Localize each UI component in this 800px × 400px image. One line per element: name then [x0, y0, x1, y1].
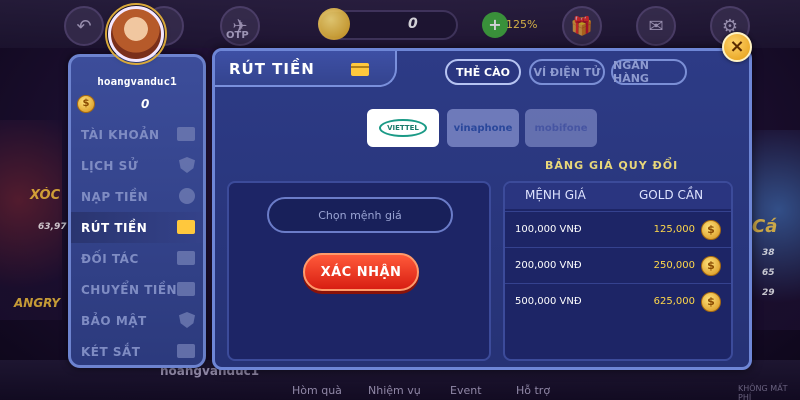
viettel-logo: VIETTEL	[379, 119, 427, 137]
game-count-3: 65	[762, 268, 775, 278]
rate-table: MỆNH GIÁ GOLD CẦN 100,000 VNĐ 125,000 $ …	[503, 181, 733, 361]
rates-title: BẢNG GIÁ QUY ĐỔI	[545, 159, 679, 172]
avatar[interactable]	[105, 3, 167, 65]
profile-menu: TÀI KHOẢN LỊCH SỬ NẠP TIỀN RÚT TIỀN ĐỐI …	[71, 119, 203, 367]
back-icon: ↶	[64, 6, 104, 46]
table-row: 100,000 VNĐ 125,000 $	[505, 211, 731, 247]
confirm-button[interactable]: XÁC NHẬN	[303, 253, 419, 291]
gold-coin-icon: $	[701, 256, 721, 276]
rate-gold: 250,000	[653, 260, 695, 271]
bonus-percent: 125%	[506, 18, 538, 31]
rate-value: 200,000 VNĐ	[515, 260, 582, 271]
mail-icon: ✉	[636, 6, 676, 46]
carrier-vinaphone[interactable]: vinaphone	[447, 109, 519, 147]
menu-item-deposit[interactable]: NẠP TIỀN	[71, 181, 203, 212]
dialog-title-tab: RÚT TIỀN	[215, 51, 397, 87]
history-icon	[179, 157, 195, 173]
menu-item-label: TÀI KHOẢN	[81, 127, 160, 142]
menu-item-transfer[interactable]: CHUYỂN TIỀN	[71, 274, 203, 305]
game-count: 63,97	[38, 222, 67, 232]
menu-item-label: NẠP TIỀN	[81, 189, 149, 204]
profile-balance: 0	[141, 97, 150, 111]
game-count-4: 29	[762, 288, 775, 298]
close-button[interactable]: ×	[722, 32, 752, 62]
profile-username: hoangvanduc1	[97, 75, 177, 88]
lobby-left-games	[0, 120, 62, 320]
carrier-mobifone[interactable]: mobifone	[525, 109, 597, 147]
shield-icon	[179, 312, 195, 328]
gold-coin-icon: $	[701, 220, 721, 240]
nav-missions: Nhiệm vụ	[368, 384, 421, 397]
table-row: 500,000 VNĐ 625,000 $	[505, 283, 731, 319]
rate-gold: 125,000	[653, 224, 695, 235]
tab-bank[interactable]: NGÂN HÀNG	[611, 59, 687, 85]
gift-icon: 🎁	[562, 6, 602, 46]
withdraw-form: Chọn mệnh giá XÁC NHẬN	[227, 181, 491, 361]
menu-item-label: RÚT TIỀN	[81, 220, 148, 235]
add-coin-icon: +	[482, 12, 508, 38]
rate-value: 500,000 VNĐ	[515, 296, 582, 307]
amount-select[interactable]: Chọn mệnh giá	[267, 197, 453, 233]
profile-panel: hoangvanduc1 $ 0 TÀI KHOẢN LỊCH SỬ NẠP T…	[68, 54, 206, 368]
game-label-ca: Cá	[752, 216, 778, 237]
rate-table-header: MỆNH GIÁ GOLD CẦN	[505, 183, 731, 209]
withdraw-card-icon	[177, 220, 195, 234]
withdraw-dialog: RÚT TIỀN THẺ CÀO VÍ ĐIỆN TỬ NGÂN HÀNG VI…	[212, 48, 752, 370]
menu-item-label: KÉT SẮT	[81, 344, 141, 359]
card-icon	[351, 63, 369, 76]
account-icon	[177, 127, 195, 141]
menu-item-account[interactable]: TÀI KHOẢN	[71, 119, 203, 150]
table-row: 200,000 VNĐ 250,000 $	[505, 247, 731, 283]
menu-item-label: ĐỐI TÁC	[81, 251, 139, 266]
gold-coin-icon: $	[701, 292, 721, 312]
carrier-viettel[interactable]: VIETTEL	[367, 109, 439, 147]
lobby-sub-text: KHÔNG MẤT PHÍ	[738, 384, 788, 400]
lobby-coin-value: 0	[408, 16, 418, 32]
otp-label: OTP	[226, 30, 249, 41]
game-count-2: 38	[762, 248, 775, 258]
nav-support: Hỗ trợ	[516, 384, 551, 397]
nav-gift-box: Hòm quà	[292, 384, 342, 397]
rate-header-value: MỆNH GIÁ	[525, 188, 586, 202]
game-label-angry: ANGRY	[14, 296, 61, 310]
tab-scratch-card[interactable]: THẺ CÀO	[445, 59, 521, 85]
gold-coin-icon: $	[77, 95, 95, 113]
coin-icon	[318, 8, 350, 40]
deposit-icon	[179, 188, 195, 204]
menu-item-partner[interactable]: ĐỐI TÁC	[71, 243, 203, 274]
partner-icon	[177, 251, 195, 265]
menu-item-label: CHUYỂN TIỀN	[81, 282, 178, 297]
menu-item-safe[interactable]: KÉT SẮT	[71, 336, 203, 367]
game-label-xoc: XÓC	[30, 188, 61, 203]
menu-item-label: LỊCH SỬ	[81, 158, 139, 173]
nav-event: Event	[450, 384, 482, 397]
safe-icon	[177, 344, 195, 358]
page-title: RÚT TIỀN	[229, 60, 315, 78]
tab-e-wallet[interactable]: VÍ ĐIỆN TỬ	[529, 59, 605, 85]
menu-item-label: BẢO MẬT	[81, 313, 147, 328]
menu-item-security[interactable]: BẢO MẬT	[71, 305, 203, 336]
menu-item-withdraw[interactable]: RÚT TIỀN	[71, 212, 203, 243]
transfer-icon	[177, 282, 195, 296]
rate-value: 100,000 VNĐ	[515, 224, 582, 235]
rate-header-gold: GOLD CẦN	[639, 188, 704, 202]
rate-gold: 625,000	[653, 296, 695, 307]
menu-item-history[interactable]: LỊCH SỬ	[71, 150, 203, 181]
